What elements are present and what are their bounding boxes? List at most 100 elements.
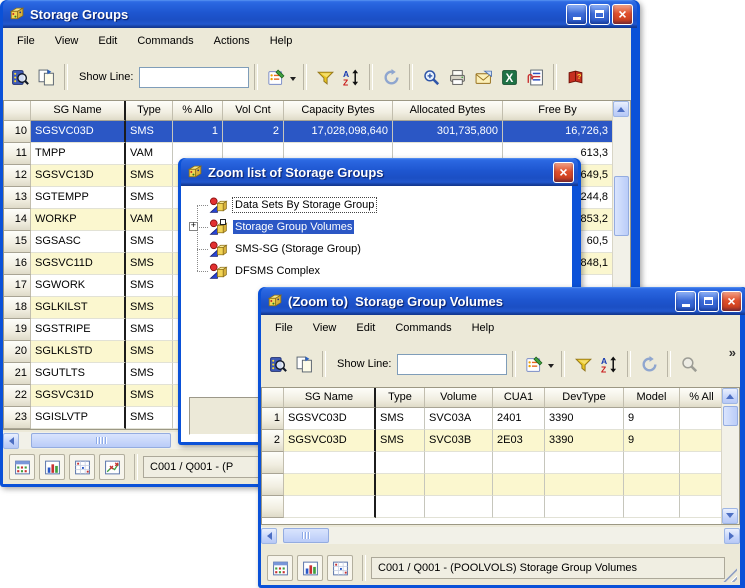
col-header-vol-cnt[interactable]: Vol Cnt — [223, 101, 284, 121]
menu-item[interactable]: Commands — [385, 318, 461, 338]
row-number-cell[interactable]: 20 — [4, 341, 31, 363]
volume-row[interactable]: 2 SGSVC03D SMS SVC03B 2E03 3390 9 — [262, 430, 724, 452]
sort-az-button[interactable] — [338, 64, 364, 90]
horizontal-scrollbar[interactable] — [261, 527, 740, 544]
email-button[interactable] — [470, 64, 496, 90]
help-button[interactable] — [562, 64, 588, 90]
dropdown-arrow-icon[interactable] — [548, 364, 554, 371]
expand-toggle[interactable]: + — [189, 222, 198, 231]
tree-item[interactable]: + Data Sets By Storage Group — [181, 194, 572, 216]
row-number-cell[interactable] — [262, 452, 284, 474]
close-button[interactable] — [721, 291, 742, 312]
volume-row[interactable] — [262, 474, 724, 496]
col-header-rownum[interactable] — [4, 101, 31, 121]
col-header-pct-allo[interactable]: % Allo — [173, 101, 223, 121]
scrollbar-thumb[interactable] — [31, 433, 171, 448]
volume-row[interactable] — [262, 496, 724, 518]
minimize-button[interactable] — [566, 4, 587, 25]
row-number-cell[interactable]: 19 — [4, 319, 31, 341]
menu-item[interactable]: Edit — [346, 318, 385, 338]
col-header-type[interactable]: Type — [376, 388, 425, 408]
row-number-cell[interactable] — [262, 496, 284, 518]
grid-view-button[interactable] — [69, 454, 95, 480]
titlebar[interactable]: Storage Groups — [3, 0, 637, 28]
menu-item[interactable]: Help — [462, 318, 505, 338]
col-header-sg-name[interactable]: SG Name — [284, 388, 376, 408]
print-button[interactable] — [444, 64, 470, 90]
row-number-cell[interactable]: 14 — [4, 209, 31, 231]
col-header-cua1[interactable]: CUA1 — [493, 388, 545, 408]
maximize-button[interactable] — [589, 4, 610, 25]
row-number-cell[interactable] — [262, 474, 284, 496]
col-header-capacity[interactable]: Capacity Bytes — [284, 101, 393, 121]
view-options-button[interactable] — [521, 351, 547, 377]
row-number-cell[interactable]: 12 — [4, 165, 31, 187]
col-header-volume[interactable]: Volume — [425, 388, 493, 408]
find-button[interactable] — [7, 64, 33, 90]
scrollbar-thumb[interactable] — [723, 406, 738, 426]
row-number-cell[interactable]: 10 — [4, 121, 31, 143]
menu-item[interactable]: File — [7, 31, 45, 51]
menu-item[interactable]: File — [265, 318, 303, 338]
scroll-left-button[interactable] — [3, 433, 19, 449]
tree-item[interactable]: + SMS-SG (Storage Group) — [181, 238, 572, 260]
filter-button[interactable] — [570, 351, 596, 377]
menu-item[interactable]: View — [45, 31, 89, 51]
menu-item[interactable]: Actions — [204, 31, 260, 51]
menu-item[interactable]: View — [303, 318, 347, 338]
volume-row[interactable] — [262, 452, 724, 474]
view-options-button[interactable] — [263, 64, 289, 90]
row-number-cell[interactable]: 1 — [262, 408, 284, 430]
scroll-left-button[interactable] — [261, 528, 277, 544]
row-number-cell[interactable]: 17 — [4, 275, 31, 297]
row-number-cell[interactable]: 11 — [4, 143, 31, 165]
show-line-input[interactable] — [397, 354, 507, 375]
menu-item[interactable]: Edit — [88, 31, 127, 51]
plot-view-button[interactable] — [99, 454, 125, 480]
toolbar-overflow-chevron[interactable]: » — [729, 345, 736, 360]
grid-view-button[interactable] — [327, 555, 353, 581]
menu-item[interactable]: Help — [260, 31, 303, 51]
col-header-type[interactable]: Type — [126, 101, 173, 121]
col-header-sg-name[interactable]: SG Name — [31, 101, 126, 121]
report-button[interactable] — [522, 64, 548, 90]
resize-grip[interactable] — [723, 568, 737, 582]
refresh-button[interactable] — [378, 64, 404, 90]
row-number-cell[interactable]: 2 — [262, 430, 284, 452]
zoom-in-button[interactable] — [418, 64, 444, 90]
scrollbar-thumb[interactable] — [283, 528, 329, 543]
row-number-cell[interactable]: 18 — [4, 297, 31, 319]
scroll-right-button[interactable] — [724, 528, 740, 544]
vertical-scrollbar[interactable] — [721, 388, 739, 524]
minimize-button[interactable] — [675, 291, 696, 312]
scroll-down-button[interactable] — [722, 508, 738, 524]
col-header-devtype[interactable]: DevType — [545, 388, 624, 408]
chart-view-button[interactable] — [39, 454, 65, 480]
row-number-cell[interactable]: 13 — [4, 187, 31, 209]
col-header-pct-all[interactable]: % All — [680, 388, 724, 408]
col-header-model[interactable]: Model — [624, 388, 680, 408]
copy-button[interactable] — [33, 64, 59, 90]
volume-row[interactable]: 1 SGSVC03D SMS SVC03A 2401 3390 9 — [262, 408, 724, 430]
chart-view-button[interactable] — [297, 555, 323, 581]
show-line-input[interactable] — [139, 67, 249, 88]
row-number-cell[interactable]: 22 — [4, 385, 31, 407]
row-number-cell[interactable]: 16 — [4, 253, 31, 275]
tree-item[interactable]: + DFSMS Complex — [181, 260, 572, 282]
table-view-button[interactable] — [9, 454, 35, 480]
menu-item[interactable]: Commands — [127, 31, 203, 51]
maximize-button[interactable] — [698, 291, 719, 312]
dropdown-arrow-icon[interactable] — [290, 77, 296, 84]
excel-export-button[interactable] — [496, 64, 522, 90]
titlebar[interactable]: (Zoom to) Storage Group Volumes — [261, 287, 745, 315]
titlebar[interactable]: Zoom list of Storage Groups — [181, 158, 578, 186]
col-header-allocated[interactable]: Allocated Bytes — [393, 101, 503, 121]
find-button[interactable] — [265, 351, 291, 377]
close-button[interactable] — [612, 4, 633, 25]
row-number-cell[interactable]: 23 — [4, 407, 31, 429]
row-number-cell[interactable]: 15 — [4, 231, 31, 253]
filter-button[interactable] — [312, 64, 338, 90]
table-view-button[interactable] — [267, 555, 293, 581]
col-header-free-bytes[interactable]: Free By — [503, 101, 613, 121]
refresh-button[interactable] — [636, 351, 662, 377]
